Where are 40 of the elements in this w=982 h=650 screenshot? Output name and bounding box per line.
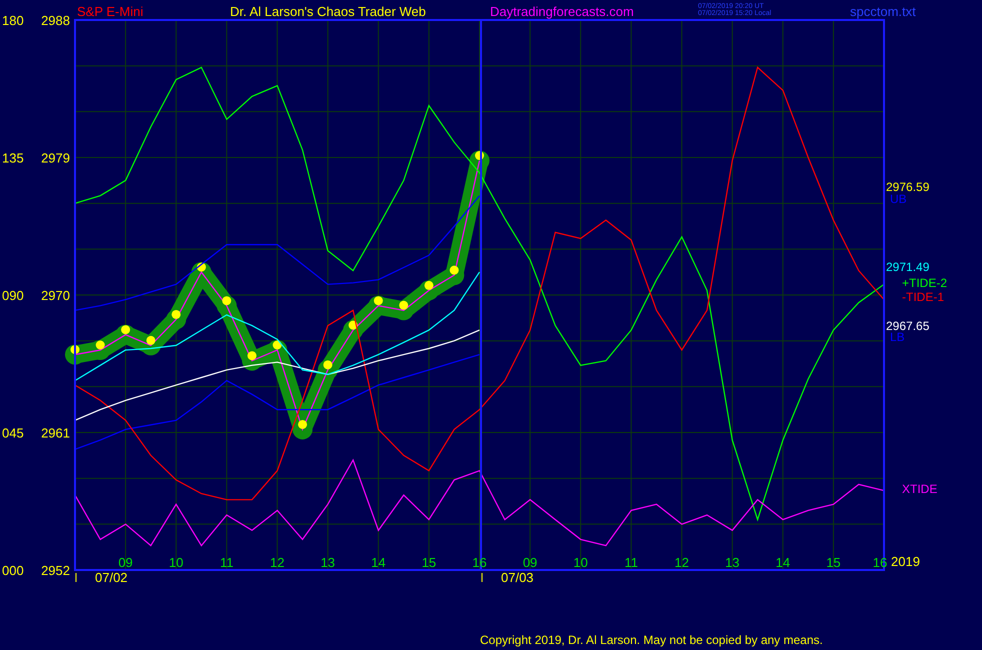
- axis-label: 09: [522, 555, 538, 570]
- axis-label: 135: [2, 150, 24, 166]
- axis-label: 13: [320, 555, 336, 570]
- axis-label: 10: [168, 555, 184, 570]
- axis-label: 2979: [41, 150, 70, 166]
- file-name: spcctom.txt: [850, 4, 916, 19]
- axis-label: 2952: [41, 563, 70, 578]
- axis-label: 12: [270, 555, 284, 570]
- year-label: 2019: [891, 554, 920, 569]
- site-name: Daytradingforecasts.com: [490, 4, 634, 19]
- axis-label: 15: [826, 555, 841, 570]
- value-label: 2971.49: [886, 260, 930, 274]
- axis-label: 14: [371, 555, 386, 570]
- date-label: 07/03: [501, 570, 534, 585]
- axis-label: 12: [674, 555, 689, 570]
- axis-label: 15: [422, 555, 436, 570]
- series-label: XTIDE: [902, 482, 938, 496]
- axis-label: 180: [2, 13, 24, 28]
- axis-label: 045: [2, 426, 24, 440]
- series-label: LB: [890, 330, 905, 344]
- axis-label: 090: [2, 288, 24, 303]
- axis-label: 2988: [41, 13, 70, 28]
- axis-label: 2970: [41, 288, 70, 303]
- axis-label: 13: [725, 555, 740, 570]
- axis-label: 14: [776, 555, 790, 570]
- value-label: 2967.65: [886, 319, 930, 333]
- axis-label: 000: [2, 563, 24, 578]
- series-label: +TIDE-2: [902, 276, 948, 290]
- chart-symbol: S&P E-Mini: [77, 4, 144, 19]
- axis-label: 2961: [41, 426, 70, 440]
- axis-label: 11: [624, 555, 638, 570]
- copyright-notice: Copyright 2019, Dr. Al Larson. May not be copied by any means.: [480, 633, 823, 647]
- series-label: -TIDE-1: [902, 290, 944, 304]
- value-label: 2976.59: [886, 180, 930, 194]
- chart-title: Dr. Al Larson's Chaos Trader Web: [230, 4, 426, 19]
- series-label: UB: [890, 192, 907, 206]
- axis-label: 11: [220, 555, 234, 570]
- axis-label: 10: [573, 555, 588, 570]
- date-label: 07/02: [95, 570, 128, 585]
- axis-label: 09: [118, 555, 133, 570]
